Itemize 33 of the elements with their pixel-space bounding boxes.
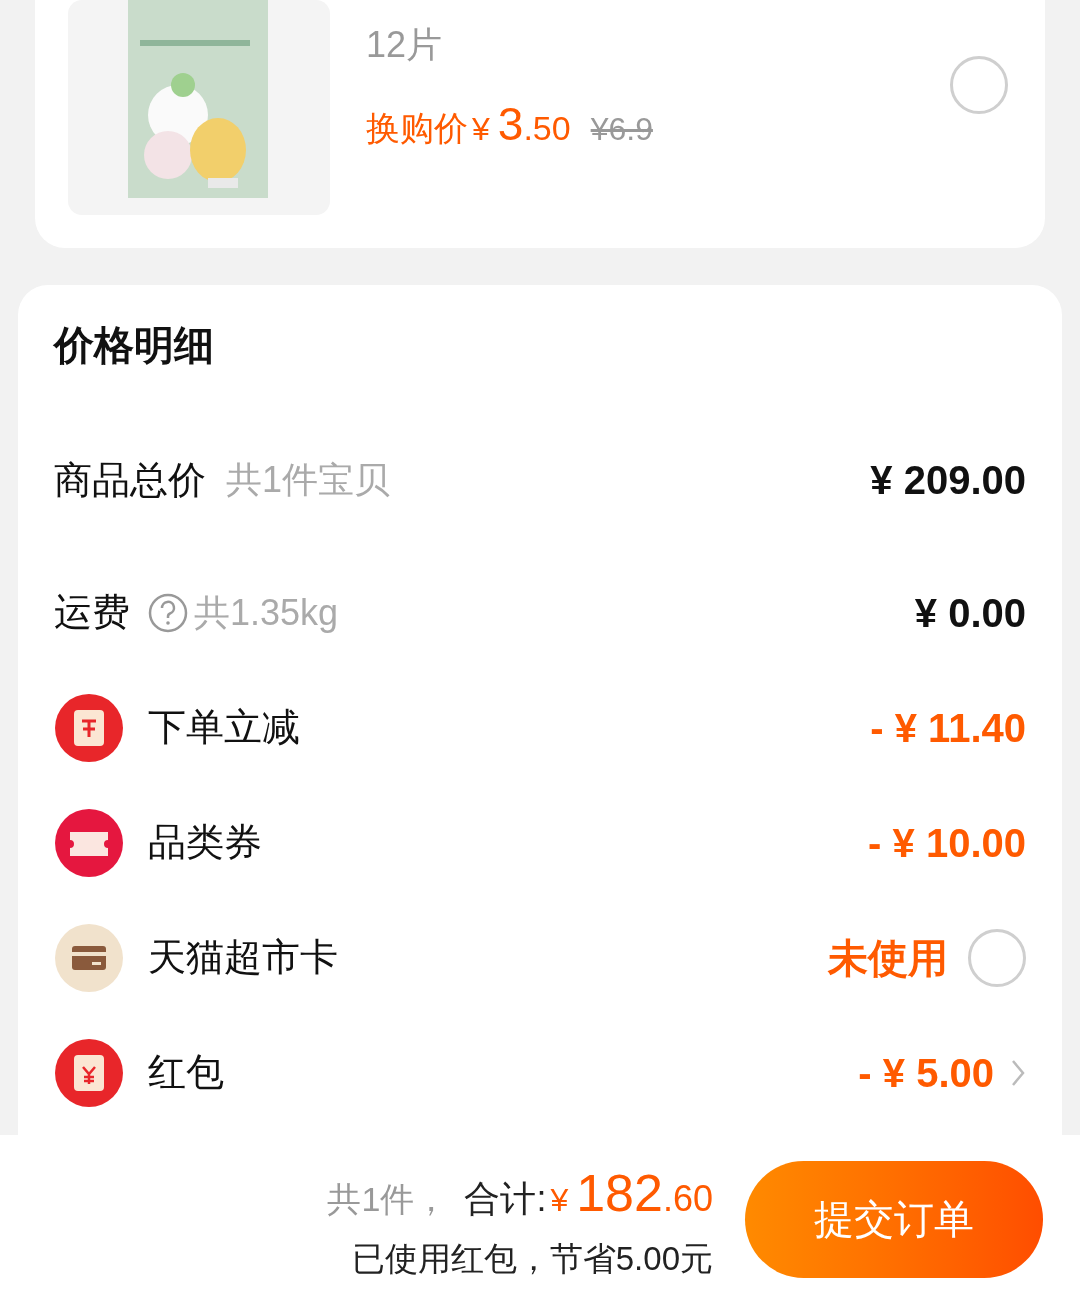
row-value: - ¥ 11.40 [870, 704, 1026, 752]
row-value: - ¥ 10.00 [868, 819, 1026, 867]
envelope-icon [54, 1037, 124, 1108]
row-value: 未使用 [828, 934, 948, 982]
row-note: 共1.35kg [194, 590, 339, 635]
radio-button[interactable] [950, 56, 1008, 114]
radio-button[interactable] [968, 928, 1026, 987]
ticket-icon [54, 807, 124, 878]
row-label: 品类券 [148, 820, 262, 865]
row-label: 天猫超市卡 [148, 935, 338, 980]
row-note: 共1件宝贝 [226, 458, 391, 502]
row-value: - ¥ 5.00 [858, 1049, 994, 1097]
product-price: 3.50 [497, 97, 571, 152]
row-label: 运费 [54, 590, 130, 635]
price-label: 换购价 [366, 108, 468, 149]
original-price: ¥6.9 [590, 110, 653, 149]
row-label: 红包 [148, 1050, 224, 1095]
row-value: ¥ 209.00 [870, 457, 1026, 504]
row-label: 下单立减 [148, 705, 300, 750]
row-label: 商品总价 [54, 457, 206, 503]
card-icon [54, 922, 124, 993]
section-title: 价格明细 [54, 322, 214, 369]
discount-envelope-icon [54, 692, 124, 763]
row-value: ¥ 0.00 [914, 589, 1026, 637]
submit-order-button[interactable]: 提交订单 [745, 1160, 1043, 1278]
saving-text: 已使用红包，节省5.00元 [351, 1239, 713, 1280]
item-count: 共1件， [327, 1179, 449, 1221]
product-spec: 12片 [366, 23, 444, 67]
total-price: 182.60 [576, 1163, 713, 1225]
total-currency: ¥ [550, 1181, 569, 1221]
price-currency: ¥ [472, 110, 490, 149]
help-icon[interactable] [148, 592, 188, 633]
total-label: 合计: [464, 1177, 547, 1222]
